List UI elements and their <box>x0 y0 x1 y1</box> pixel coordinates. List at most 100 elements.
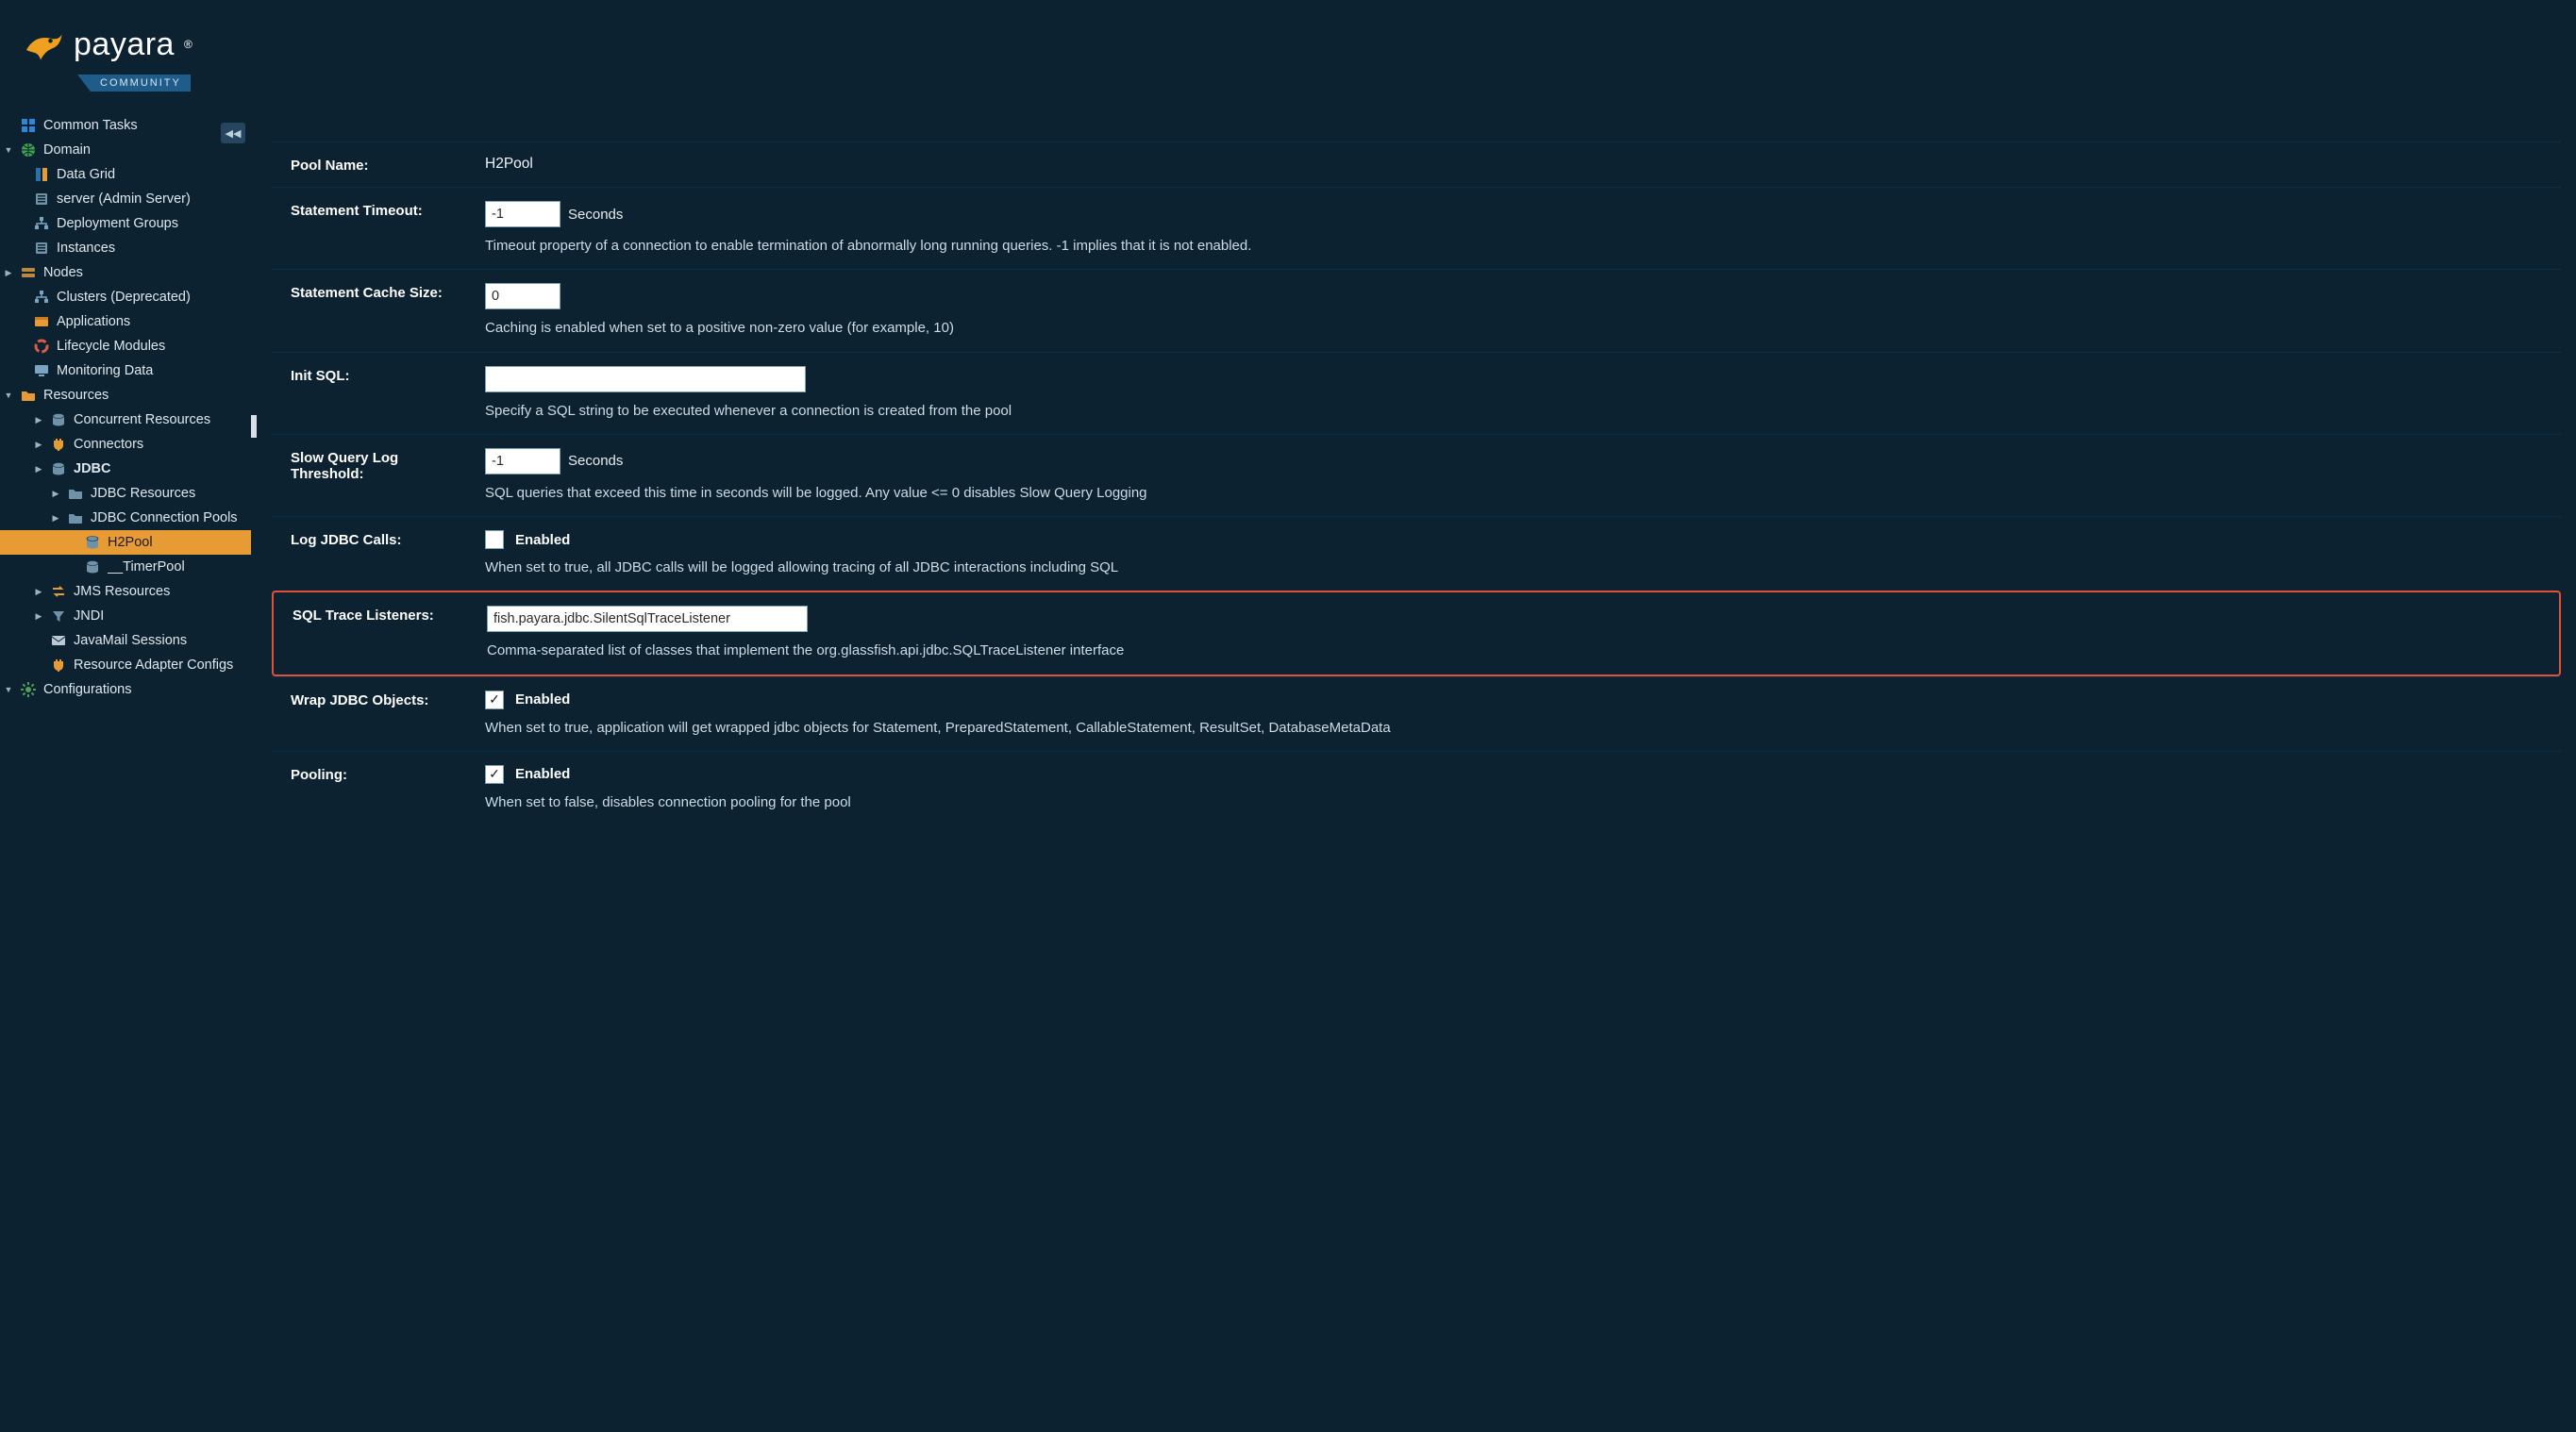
sidebar-item-applications[interactable]: ▶Applications <box>0 309 251 334</box>
main-content: Pool Name: H2Pool Statement Timeout: Sec… <box>251 113 2576 1432</box>
tree-toggle-icon[interactable]: ▼ <box>4 145 13 155</box>
row-pool-name: Pool Name: H2Pool <box>272 142 2561 187</box>
sidebar-item-instances[interactable]: ▶Instances <box>0 236 251 260</box>
sidebar-item-jdbc-connection-pools[interactable]: ▶JDBC Connection Pools <box>0 506 251 530</box>
desc-pooling: When set to false, disables connection p… <box>485 793 2544 812</box>
row-sql-trace: SQL Trace Listeners: Comma-separated lis… <box>274 592 2559 674</box>
sidebar-item-jms-resources[interactable]: ▶JMS Resources <box>0 579 251 604</box>
sidebar-item-label: Resource Adapter Configs <box>74 658 245 673</box>
row-statement-timeout: Statement Timeout: Seconds Timeout prope… <box>272 187 2561 269</box>
row-log-jdbc: Log JDBC Calls: Enabled When set to true… <box>272 516 2561 591</box>
sidebar-item-resources[interactable]: ▼ Resources <box>0 383 251 408</box>
tree-toggle-icon[interactable]: ▶ <box>51 513 60 524</box>
desc-slow-query: SQL queries that exceed this time in sec… <box>485 484 2544 503</box>
value-pool-name: H2Pool <box>485 156 533 172</box>
desc-wrap-jdbc: When set to true, application will get w… <box>485 719 2544 738</box>
sidebar-item-clusters-deprecated[interactable]: ▶Clusters (Deprecated) <box>0 285 251 309</box>
checkbox-pooling[interactable]: ✓ <box>485 765 504 784</box>
sidebar-item-deployment-groups[interactable]: ▶Deployment Groups <box>0 211 251 236</box>
tree-toggle-icon[interactable]: ▶ <box>34 440 43 450</box>
sidebar-item-jdbc[interactable]: ▶JDBC <box>0 457 251 481</box>
sidebar-item-domain[interactable]: ▼ Domain <box>0 138 251 162</box>
sidebar-item-resource-adapter-configs[interactable]: ▶Resource Adapter Configs <box>0 653 251 677</box>
tree-toggle-icon[interactable]: ▶ <box>34 415 43 425</box>
desc-sql-trace: Comma-separated list of classes that imp… <box>487 641 2542 660</box>
tree-toggle-icon[interactable]: ▶ <box>34 611 43 622</box>
tree-toggle-icon[interactable]: ▼ <box>4 685 13 694</box>
sidebar-item-configurations[interactable]: ▼Configurations <box>0 677 251 702</box>
label-init-sql: Init SQL: <box>291 366 466 384</box>
input-statement-timeout[interactable] <box>485 201 560 227</box>
org-icon <box>34 290 49 305</box>
checkbox-log-jdbc[interactable] <box>485 530 504 549</box>
db-icon <box>85 535 100 550</box>
gear-icon <box>21 682 36 697</box>
nav-sidebar: ◀◀ ▶Common Tasks▼Domain▶Data Grid▶server… <box>0 113 251 1432</box>
sidebar-item-data-grid[interactable]: ▶Data Grid <box>0 162 251 187</box>
sidebar-item-label: Connectors <box>74 437 245 452</box>
label-statement-cache: Statement Cache Size: <box>291 283 466 301</box>
db-icon <box>51 412 66 427</box>
sidebar-item-connectors[interactable]: ▶ Connectors <box>0 432 251 457</box>
sidebar-item-server-admin-server[interactable]: ▶server (Admin Server) <box>0 187 251 211</box>
sidebar-item-label: JavaMail Sessions <box>74 633 245 648</box>
db-icon <box>51 461 66 476</box>
product-logo[interactable]: payara ® COMMUNITY <box>21 22 192 92</box>
sidebar-item-label: __TimerPool <box>108 559 245 574</box>
sidebar-item-monitoring-data[interactable]: ▶Monitoring Data <box>0 358 251 383</box>
payara-fish-icon <box>21 22 66 67</box>
tree-toggle-icon[interactable]: ▶ <box>51 489 60 499</box>
row-init-sql: Init SQL: Specify a SQL string to be exe… <box>272 352 2561 434</box>
unit-slow-query: Seconds <box>568 453 623 469</box>
sidebar-item-label: Resources <box>43 388 245 403</box>
sidebar-item-jndi[interactable]: ▶JNDI <box>0 604 251 628</box>
lifecycle-icon <box>34 339 49 354</box>
label-statement-timeout: Statement Timeout: <box>291 201 466 219</box>
row-statement-cache: Statement Cache Size: Caching is enabled… <box>272 269 2561 351</box>
sidebar-item-label: JDBC Resources <box>91 486 245 501</box>
sidebar-item-label: Monitoring Data <box>57 363 245 378</box>
plug-icon <box>51 437 66 452</box>
sidebar-item-label: server (Admin Server) <box>57 191 245 207</box>
sidebar-item-label: Instances <box>57 241 245 256</box>
tree-toggle-icon[interactable]: ▶ <box>4 268 13 278</box>
label-pool-name: Pool Name: <box>291 156 466 174</box>
sidebar-item-label: Common Tasks <box>43 118 245 133</box>
label-wrap-jdbc: Wrap JDBC Objects: <box>291 691 466 708</box>
folder2-icon <box>68 486 83 501</box>
filter-icon <box>51 608 66 624</box>
tree-toggle-icon[interactable]: ▶ <box>34 587 43 597</box>
globe-icon <box>21 142 36 158</box>
checkbox-wrap-jdbc[interactable]: ✓ <box>485 691 504 709</box>
sidebar-item-label: Data Grid <box>57 167 245 182</box>
sidebar-item-jdbc-resources[interactable]: ▶ JDBC Resources <box>0 481 251 506</box>
input-statement-cache[interactable] <box>485 283 560 309</box>
sidebar-item-label: Domain <box>43 142 245 158</box>
label-log-jdbc: Log JDBC Calls: <box>291 530 466 548</box>
grid-icon <box>21 118 36 133</box>
server-icon <box>34 241 49 256</box>
sidebar-item-nodes[interactable]: ▶ Nodes <box>0 260 251 285</box>
data-grid-icon <box>34 167 49 182</box>
tree-toggle-icon[interactable]: ▼ <box>4 391 13 400</box>
sidebar-item-h2pool[interactable]: ▶H2Pool <box>0 530 251 555</box>
input-slow-query[interactable] <box>485 448 560 475</box>
input-sql-trace[interactable] <box>487 606 808 632</box>
sidebar-item-concurrent-resources[interactable]: ▶Concurrent Resources <box>0 408 251 432</box>
topbar: payara ® COMMUNITY <box>0 0 2576 113</box>
checklabel-wrap-jdbc: Enabled <box>515 691 570 708</box>
collapse-sidebar-button[interactable]: ◀◀ <box>221 123 245 143</box>
sidebar-item-javamail-sessions[interactable]: ▶JavaMail Sessions <box>0 628 251 653</box>
splitter-handle[interactable] <box>251 415 257 438</box>
sidebar-item-common-tasks[interactable]: ▶Common Tasks <box>0 113 251 138</box>
swap-icon <box>51 584 66 599</box>
tree-toggle-icon[interactable]: ▶ <box>34 464 43 475</box>
folder2-icon <box>68 510 83 525</box>
sidebar-item-timerpool[interactable]: ▶__TimerPool <box>0 555 251 579</box>
folder-icon <box>21 388 36 403</box>
db-icon <box>85 559 100 574</box>
sidebar-item-lifecycle-modules[interactable]: ▶Lifecycle Modules <box>0 334 251 358</box>
input-init-sql[interactable] <box>485 366 806 392</box>
sidebar-item-label: Deployment Groups <box>57 216 245 231</box>
sidebar-item-label: Nodes <box>43 265 245 280</box>
